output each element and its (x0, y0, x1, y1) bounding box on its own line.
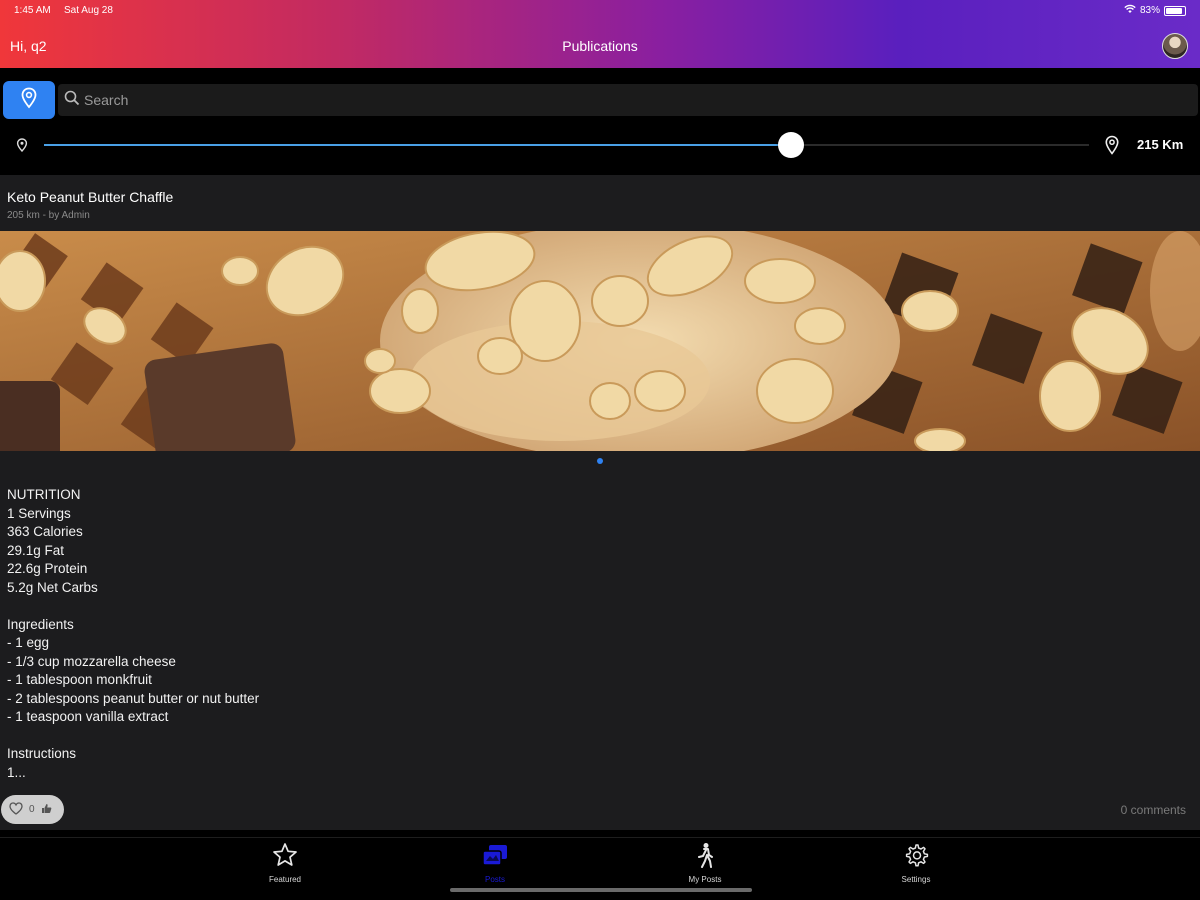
app-header: 1:45 AM Sat Aug 28 83% Hi, q2 Publicatio… (0, 0, 1200, 68)
status-indicators: 83% (1124, 4, 1186, 17)
thumbs-up-icon (41, 803, 52, 817)
tab-label: My Posts (688, 875, 722, 884)
like-button[interactable]: 0 (1, 795, 64, 824)
post-card[interactable]: Keto Peanut Butter Chaffle 205 km - by A… (0, 175, 1200, 830)
ingredient-line: - 1 egg (7, 635, 50, 650)
nutrition-line: 22.6g Protein (7, 561, 88, 576)
home-indicator (450, 888, 752, 892)
ingredient-line: - 1 tablespoon monkfruit (7, 672, 152, 687)
tab-my-posts[interactable]: My Posts (660, 842, 750, 884)
tab-label: Settings (901, 875, 931, 884)
tab-posts[interactable]: Posts (450, 842, 540, 884)
search-icon (64, 90, 80, 111)
ingredient-line: - 1/3 cup mozzarella cheese (7, 653, 176, 669)
ingredient-line: - 1 teaspoon vanilla extract (7, 709, 169, 724)
distance-value: 215 Km (1137, 137, 1184, 152)
star-icon (272, 842, 298, 873)
instructions-heading: Instructions (7, 746, 77, 761)
ingredient-line: - 2 tablespoons peanut butter or nut but… (7, 690, 260, 706)
avatar[interactable] (1162, 33, 1188, 59)
nutrition-line: 5.2g Net Carbs (7, 579, 98, 595)
slider-fill (44, 144, 792, 146)
like-count: 0 (29, 804, 35, 815)
walking-person-icon (694, 842, 716, 873)
image-page-indicator[interactable] (597, 458, 603, 464)
tab-featured[interactable]: Featured (240, 842, 330, 884)
post-meta: 205 km - by Admin (7, 210, 90, 221)
nutrition-line: 1 Servings (7, 505, 71, 521)
tab-label: Featured (268, 875, 302, 884)
instructions-preview: 1... (7, 764, 26, 780)
posts-icon (480, 842, 510, 873)
map-pin-icon (20, 87, 38, 114)
nutrition-heading: NUTRITION (7, 487, 81, 502)
location-button[interactable] (3, 81, 55, 119)
tab-label: Posts (484, 875, 505, 884)
ingredients-heading: Ingredients (7, 616, 74, 632)
status-time: 1:45 AM (14, 5, 51, 16)
battery-percent: 83% (1139, 5, 1160, 16)
map-pin-icon (16, 138, 28, 157)
gear-icon (903, 842, 929, 873)
search-bar[interactable] (58, 84, 1198, 116)
search-input[interactable] (84, 92, 1084, 108)
distance-slider[interactable] (44, 132, 1089, 158)
map-pin-icon (1104, 135, 1120, 160)
post-title: Keto Peanut Butter Chaffle (7, 189, 174, 205)
wifi-icon (1124, 4, 1136, 17)
status-date: Sat Aug 28 (64, 5, 113, 16)
tab-settings[interactable]: Settings (871, 842, 961, 884)
nutrition-line: 29.1g Fat (7, 542, 65, 558)
slider-thumb[interactable] (778, 132, 805, 158)
post-image[interactable] (0, 231, 1200, 451)
heart-icon (9, 801, 23, 818)
comments-count[interactable]: 0 comments (1121, 803, 1186, 817)
battery-icon (1164, 5, 1186, 16)
page-title: Publications (562, 38, 638, 54)
nutrition-line: 363 Calories (7, 524, 83, 539)
post-body: NUTRITION 1 Servings 363 Calories 29.1g … (7, 486, 259, 782)
